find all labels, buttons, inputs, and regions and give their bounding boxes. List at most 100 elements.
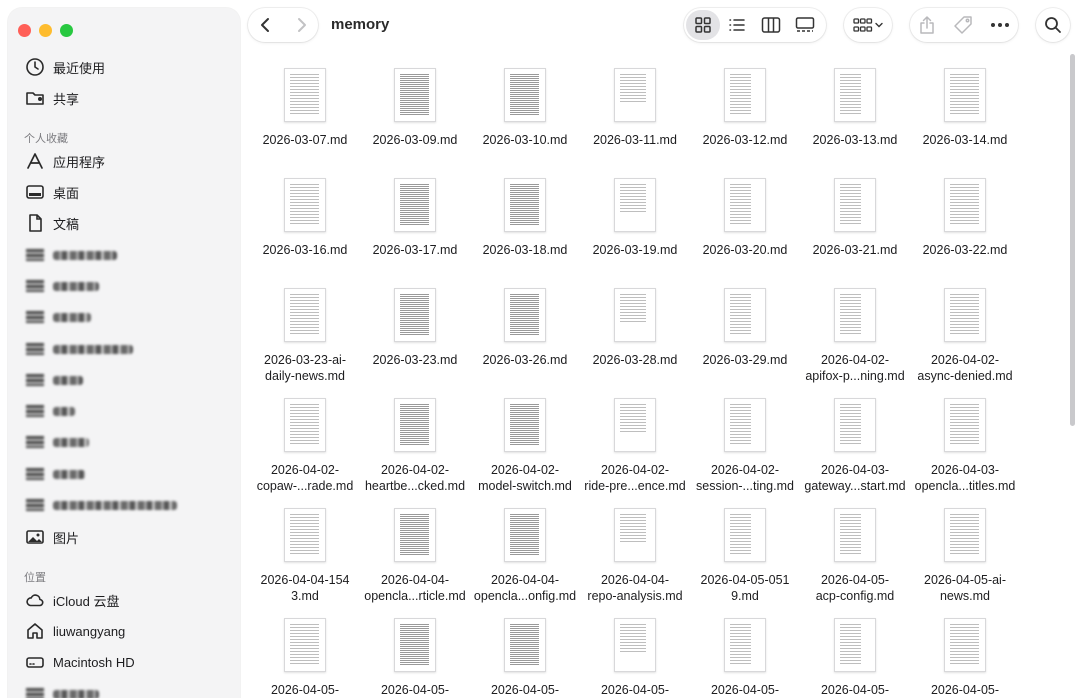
icon-view-button[interactable] [686, 10, 720, 40]
disk-icon [24, 651, 46, 673]
more-icon[interactable] [990, 22, 1010, 28]
file-item[interactable]: 2026-04-02- ride-pre...ence.md [580, 392, 690, 502]
column-view-button[interactable] [754, 10, 788, 40]
markdown-file-icon [614, 288, 656, 342]
markdown-file-icon [394, 618, 436, 672]
sidebar-item-redacted[interactable] [24, 241, 117, 269]
window-title: memory [331, 16, 390, 33]
applications-icon [24, 150, 46, 172]
file-item[interactable]: 2026-04-02- heartbe...cked.md [360, 392, 470, 502]
sidebar-item-icloud[interactable]: iCloud 云盘 [24, 586, 119, 614]
list-view-button[interactable] [720, 10, 754, 40]
zoom-window-button[interactable] [60, 24, 73, 37]
sidebar-item-redacted[interactable] [24, 491, 177, 519]
forward-button[interactable] [283, 8, 318, 42]
file-item[interactable]: 2026-04-05- [690, 612, 800, 698]
file-item[interactable]: 2026-04-02- apifox-p...ning.md [800, 282, 910, 392]
sidebar-item-redacted[interactable] [24, 272, 99, 300]
search-button[interactable] [1036, 8, 1070, 42]
markdown-file-icon [614, 398, 656, 452]
file-name: 2026-04-05- [490, 683, 560, 697]
file-item[interactable]: 2026-03-22.md [910, 172, 1020, 282]
file-item[interactable]: 2026-04-05- [250, 612, 360, 698]
file-item[interactable]: 2026-04-05- [360, 612, 470, 698]
file-item[interactable]: 2026-04-04- repo-analysis.md [580, 502, 690, 612]
file-item[interactable]: 2026-03-20.md [690, 172, 800, 282]
markdown-file-icon [504, 508, 546, 562]
sidebar-item-redacted[interactable] [24, 366, 83, 394]
file-item[interactable]: 2026-04-05- [910, 612, 1020, 698]
file-item[interactable]: 2026-03-13.md [800, 62, 910, 172]
file-item[interactable]: 2026-03-23.md [360, 282, 470, 392]
file-item[interactable]: 2026-04-02- copaw-...rade.md [250, 392, 360, 502]
finder-window: 最近使用 共享 个人收藏 应用程序 桌面 文稿 图片 位置 iCloud 云盘 … [0, 0, 1080, 698]
file-item[interactable]: 2026-04-02- async-denied.md [910, 282, 1020, 392]
file-item[interactable]: 2026-04-02- session-...ting.md [690, 392, 800, 502]
sidebar-item-redacted[interactable] [24, 680, 99, 698]
sidebar-item-redacted[interactable] [24, 460, 85, 488]
file-item[interactable]: 2026-04-02- model-switch.md [470, 392, 580, 502]
sidebar-item-recents[interactable]: 最近使用 [24, 53, 105, 81]
view-mode-group [684, 8, 826, 42]
file-item[interactable]: 2026-04-04-154 3.md [250, 502, 360, 612]
sidebar-item-home[interactable]: liuwangyang [24, 617, 125, 645]
close-window-button[interactable] [18, 24, 31, 37]
tag-icon[interactable] [953, 15, 973, 35]
file-item[interactable]: 2026-04-05- acp-config.md [800, 502, 910, 612]
file-item[interactable]: 2026-03-10.md [470, 62, 580, 172]
file-item[interactable]: 2026-03-23-ai- daily-news.md [250, 282, 360, 392]
back-button[interactable] [248, 8, 283, 42]
sidebar-item-desktop[interactable]: 桌面 [24, 178, 79, 206]
markdown-file-icon [834, 508, 876, 562]
file-item[interactable]: 2026-04-05- [800, 612, 910, 698]
file-item[interactable]: 2026-04-03- opencla...titles.md [910, 392, 1020, 502]
sidebar-item-redacted[interactable] [24, 428, 89, 456]
file-item[interactable]: 2026-04-05-ai- news.md [910, 502, 1020, 612]
cloud-icon [24, 589, 46, 611]
sidebar-item-label: 桌面 [53, 185, 80, 201]
file-name: 2026-03-12.md [702, 133, 788, 147]
vertical-scrollbar[interactable] [1070, 54, 1075, 426]
sidebar-item-documents[interactable]: 文稿 [24, 209, 79, 237]
file-item[interactable]: 2026-03-12.md [690, 62, 800, 172]
file-item[interactable]: 2026-04-05- [580, 612, 690, 698]
sidebar-item-label: 文稿 [53, 216, 80, 232]
share-icon[interactable] [918, 15, 936, 35]
document-icon [24, 212, 46, 234]
file-item[interactable]: 2026-03-29.md [690, 282, 800, 392]
file-item[interactable]: 2026-03-11.md [580, 62, 690, 172]
file-item[interactable]: 2026-04-04- opencla...onfig.md [470, 502, 580, 612]
sidebar-item-redacted[interactable] [24, 335, 133, 363]
redacted-icon [24, 338, 46, 360]
group-by-button[interactable] [844, 8, 892, 42]
minimize-window-button[interactable] [39, 24, 52, 37]
file-item[interactable]: 2026-03-26.md [470, 282, 580, 392]
gallery-view-button[interactable] [788, 10, 822, 40]
sidebar-item-shared[interactable]: 共享 [24, 84, 79, 112]
sidebar-item-redacted[interactable] [24, 397, 75, 425]
file-item[interactable]: 2026-03-21.md [800, 172, 910, 282]
sidebar-item-pictures[interactable]: 图片 [24, 523, 79, 551]
markdown-file-icon [944, 508, 986, 562]
file-name: 2026-04-02- ride-pre...ence.md [584, 463, 686, 493]
markdown-file-icon [504, 68, 546, 122]
sidebar-item-label: 最近使用 [53, 60, 106, 76]
file-item[interactable]: 2026-03-17.md [360, 172, 470, 282]
file-item[interactable]: 2026-03-07.md [250, 62, 360, 172]
file-item[interactable]: 2026-03-18.md [470, 172, 580, 282]
file-item[interactable]: 2026-03-19.md [580, 172, 690, 282]
file-name: 2026-04-05- [820, 683, 890, 697]
navigation-group [248, 8, 318, 42]
file-item[interactable]: 2026-04-05-051 9.md [690, 502, 800, 612]
markdown-file-icon [394, 178, 436, 232]
file-item[interactable]: 2026-03-28.md [580, 282, 690, 392]
file-item[interactable]: 2026-04-04- opencla...rticle.md [360, 502, 470, 612]
file-item[interactable]: 2026-03-14.md [910, 62, 1020, 172]
sidebar-item-redacted[interactable] [24, 303, 91, 331]
file-item[interactable]: 2026-04-03- gateway...start.md [800, 392, 910, 502]
file-item[interactable]: 2026-03-16.md [250, 172, 360, 282]
file-item[interactable]: 2026-04-05- [470, 612, 580, 698]
sidebar-item-macintosh-hd[interactable]: Macintosh HD [24, 648, 135, 676]
sidebar-item-applications[interactable]: 应用程序 [24, 147, 105, 175]
file-item[interactable]: 2026-03-09.md [360, 62, 470, 172]
